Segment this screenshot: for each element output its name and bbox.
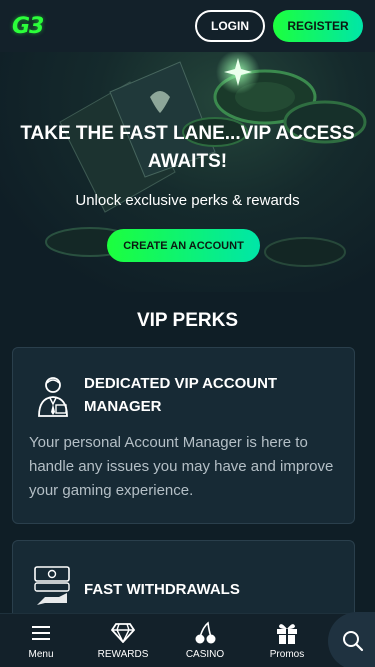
- hamburger-icon: [29, 621, 53, 645]
- diamond-icon: [111, 621, 135, 645]
- header-actions: LOGIN REGISTER: [195, 10, 363, 42]
- nav-label: Promos: [269, 649, 305, 660]
- brand-logo[interactable]: G3: [12, 14, 44, 39]
- perk-title: FAST WITHDRAWALS: [84, 581, 240, 598]
- nav-item-rewards[interactable]: REWARDS: [82, 614, 164, 667]
- top-header: G3 LOGIN REGISTER: [0, 0, 375, 52]
- account-manager-icon: [38, 377, 68, 417]
- register-button[interactable]: REGISTER: [273, 10, 363, 42]
- login-button[interactable]: LOGIN: [195, 10, 265, 42]
- nav-item-casino[interactable]: CASINO: [164, 614, 246, 667]
- nav-label: Menu: [28, 649, 54, 660]
- search-button[interactable]: [328, 612, 375, 667]
- create-account-button[interactable]: CREATE AN ACCOUNT: [107, 229, 260, 262]
- perk-description: Your personal Account Manager is here to…: [29, 434, 334, 499]
- cash-hand-icon: [34, 566, 70, 605]
- hero-subtitle: Unlock exclusive perks & rewards: [75, 192, 300, 209]
- hero-banner: TAKE THE FAST LANE...VIP ACCESS AWAITS! …: [0, 52, 375, 292]
- hero-title: TAKE THE FAST LANE...VIP ACCESS AWAITS!: [20, 123, 355, 172]
- page: G3 LOGIN REGISTER TAKE THE FAST LANE...V…: [0, 0, 375, 667]
- bottom-navigation: Menu REWARDS CASINO Promos: [0, 613, 375, 667]
- nav-item-menu[interactable]: Menu: [0, 614, 82, 667]
- nav-label: CASINO: [185, 649, 225, 660]
- perk-card-account-manager: DEDICATED VIP ACCOUNT MANAGER Your perso…: [12, 347, 355, 524]
- nav-label: REWARDS: [97, 649, 149, 660]
- gift-icon: [275, 621, 299, 645]
- cherries-icon: [193, 621, 217, 645]
- search-icon: [343, 631, 364, 652]
- vip-perks-heading: VIP PERKS: [136, 310, 239, 331]
- nav-item-promos[interactable]: Promos: [246, 614, 328, 667]
- perk-title: DEDICATED VIP ACCOUNT MANAGER: [84, 375, 278, 415]
